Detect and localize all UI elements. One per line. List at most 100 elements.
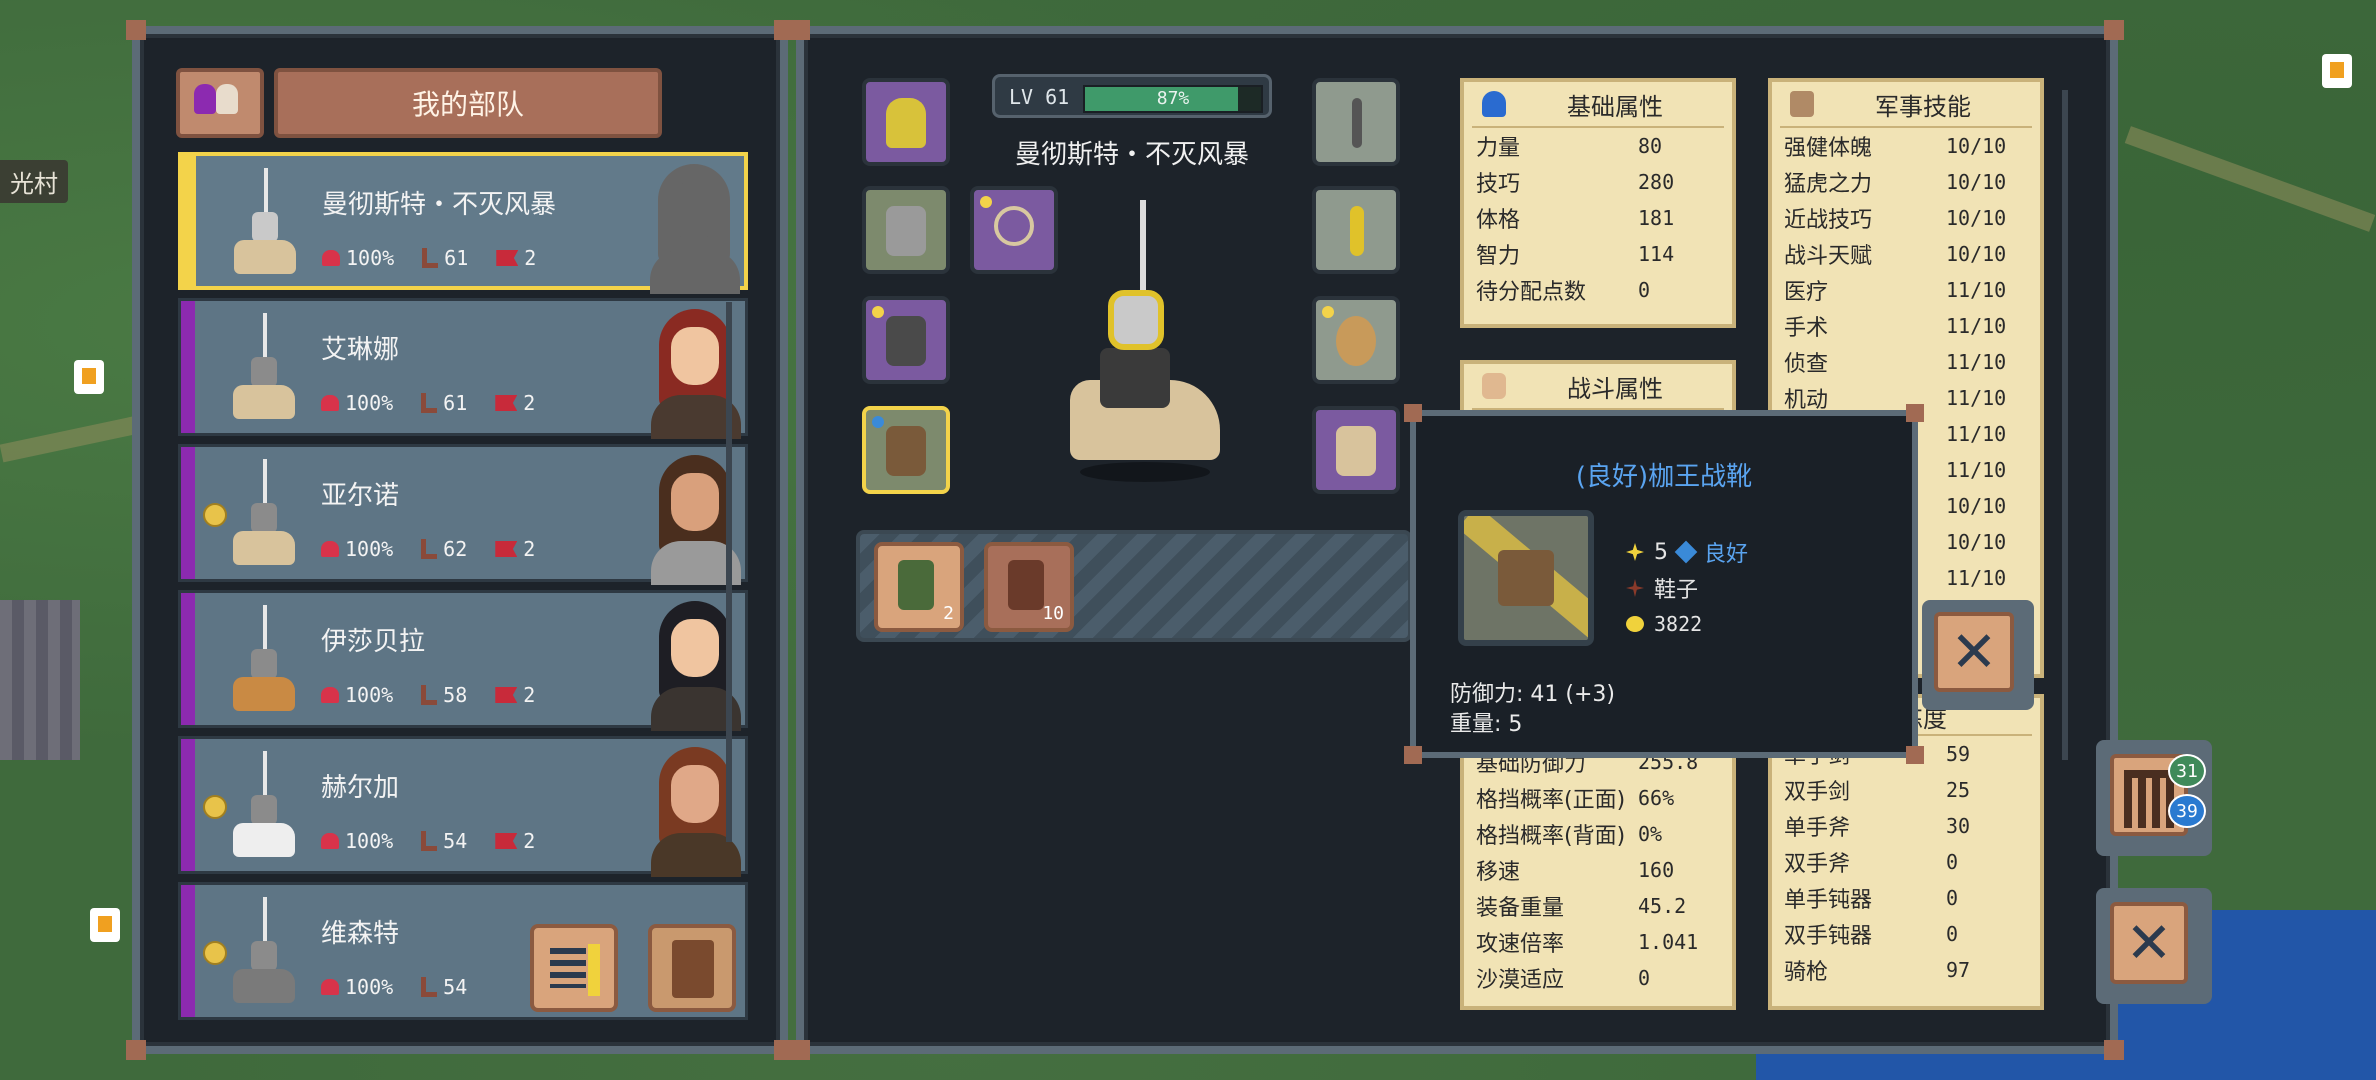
unit-detail-button[interactable] — [648, 924, 736, 1012]
troops-icon — [495, 687, 518, 703]
settlement-pin-icon[interactable] — [2322, 54, 2352, 88]
unit-portrait — [651, 743, 741, 877]
proficiency-row: 双手斧 0 — [1784, 850, 1959, 877]
unit-sprite — [211, 891, 295, 1015]
weapon-slot[interactable] — [1312, 78, 1400, 166]
settlement-pin-icon[interactable] — [90, 908, 120, 942]
unit-row[interactable]: 伊莎贝拉 100% 58 2 — [178, 590, 748, 731]
basic-attributes-title: 基础属性 — [1567, 92, 1663, 121]
unit-level: 54 — [443, 975, 468, 999]
unit-name: 亚尔诺 — [321, 481, 400, 511]
health-icon — [321, 833, 339, 849]
unit-row[interactable]: 曼彻斯特・不灭风暴 100% 61 2 — [178, 152, 748, 294]
stats-scrollbar[interactable] — [2062, 90, 2068, 760]
village-label[interactable]: 光村 — [0, 160, 68, 203]
frame-corner — [790, 20, 810, 40]
unit-portrait — [651, 305, 741, 439]
gate-icon — [2124, 770, 2174, 828]
unit-level: 54 — [443, 829, 468, 853]
rarity-dot — [1322, 306, 1334, 318]
party-panel: 我的部队 曼彻斯特・不灭风暴 100% 61 2 艾琳娜 100% 61 2 亚… — [126, 20, 794, 1060]
frame-corner — [1404, 404, 1422, 422]
map-castle — [0, 600, 80, 760]
combat-attributes-title: 战斗属性 — [1567, 374, 1663, 403]
mount-slot[interactable] — [1312, 406, 1400, 494]
item-price: 3822 — [1654, 612, 1703, 636]
gauntlet-slot[interactable] — [862, 186, 950, 274]
badge-bottom: 39 — [2168, 794, 2206, 828]
attribute-row: 力量 80 — [1476, 134, 1663, 161]
unit-hp: 100% — [345, 537, 394, 561]
inventory-button[interactable]: 31 39 — [2096, 740, 2212, 856]
attribute-row: 智力 114 — [1476, 242, 1675, 269]
frame-corner — [790, 1040, 810, 1060]
unit-row[interactable]: 艾琳娜 100% 61 2 — [178, 298, 748, 439]
item-type: 鞋子 — [1654, 578, 1699, 603]
frame-corner — [1906, 746, 1924, 764]
unit-portrait — [651, 451, 741, 585]
item-tier: 5 — [1654, 539, 1668, 565]
roster-scrollbar[interactable] — [726, 302, 732, 842]
attribute-row: 格挡概率(背面) 0% — [1476, 822, 1663, 849]
unit-name: 曼彻斯特・不灭风暴 — [322, 190, 557, 220]
quality-gem-icon — [1674, 540, 1698, 564]
skill-row: 医疗 11/10 — [1784, 278, 2007, 305]
level-icon — [421, 393, 438, 413]
party-title[interactable]: 我的部队 — [274, 68, 662, 138]
lance-icon — [1352, 98, 1362, 148]
unit-portrait — [651, 597, 741, 731]
skill-row: 猛虎之力 10/10 — [1784, 170, 2007, 197]
troops-icon — [495, 395, 518, 411]
armor-slot[interactable] — [862, 296, 950, 384]
skill-row: 战斗天赋 10/10 — [1784, 242, 2007, 269]
basic-attributes-panel: 基础属性 力量 80 技巧 280 体格 181 智力 114 待分配点数 0 — [1460, 78, 1736, 328]
unit-row[interactable]: 亚尔诺 100% 62 2 — [178, 444, 748, 585]
helmet-slot[interactable] — [862, 78, 950, 166]
close-panel-button[interactable]: ✕ — [2096, 888, 2212, 1004]
scroll-icon — [1008, 560, 1044, 610]
unit-hp: 100% — [345, 391, 394, 415]
hero-name: 曼彻斯特・不灭风暴 — [1014, 140, 1249, 170]
shield-slot[interactable] — [1312, 296, 1400, 384]
sort-button[interactable] — [530, 924, 618, 1012]
skill-row: 侦查 11/10 — [1784, 350, 2007, 377]
party-members-button[interactable] — [176, 68, 264, 138]
unit-roster: 曼彻斯特・不灭风暴 100% 61 2 艾琳娜 100% 61 2 亚尔诺 10… — [178, 152, 748, 1032]
unit-row[interactable]: 赫尔加 100% 54 2 — [178, 736, 748, 877]
unit-level: 61 — [443, 391, 468, 415]
bag-item-slot[interactable]: 2 — [874, 542, 964, 632]
rarity-dot — [872, 416, 884, 428]
person-icon — [1482, 91, 1506, 117]
attribute-row: 待分配点数 0 — [1476, 278, 1651, 305]
exp-bar: 87% — [1083, 85, 1263, 113]
horse-icon — [1336, 426, 1376, 476]
unit-row-marker — [181, 447, 195, 579]
unit-level: 62 — [443, 537, 468, 561]
necklace-icon — [994, 206, 1034, 246]
unit-stats: 100% 58 2 — [321, 683, 535, 707]
item-type-icon — [1626, 579, 1644, 597]
level-box: LV 61 87% — [992, 74, 1272, 118]
unit-name: 伊莎贝拉 — [321, 627, 426, 657]
gauntlet-icon — [886, 206, 926, 256]
helmet-icon — [886, 98, 926, 148]
offhand-weapon-slot[interactable] — [1312, 186, 1400, 274]
unit-stats: 100% 61 2 — [321, 391, 535, 415]
frame-corner — [126, 20, 146, 40]
close-tooltip-button[interactable]: ✕ — [1922, 600, 2034, 710]
item-weight: 重量: 5 — [1450, 712, 1523, 737]
necklace-slot[interactable] — [970, 186, 1058, 274]
unit-name: 赫尔加 — [321, 773, 400, 803]
troops-icon — [495, 541, 518, 557]
level-label: LV 61 — [1009, 85, 1070, 109]
sort-icon — [550, 948, 586, 988]
settlement-pin-icon[interactable] — [74, 360, 104, 394]
frame-corner — [126, 1040, 146, 1060]
bag-item-slot[interactable]: 10 — [984, 542, 1074, 632]
rarity-dot — [872, 306, 884, 318]
proficiency-row: 骑枪 97 — [1784, 958, 1971, 985]
boots-slot[interactable] — [862, 406, 950, 494]
proficiency-row: 双手钝器 0 — [1784, 922, 1959, 949]
unit-sprite — [211, 307, 295, 431]
quick-bag: 2 10 — [856, 530, 1412, 642]
